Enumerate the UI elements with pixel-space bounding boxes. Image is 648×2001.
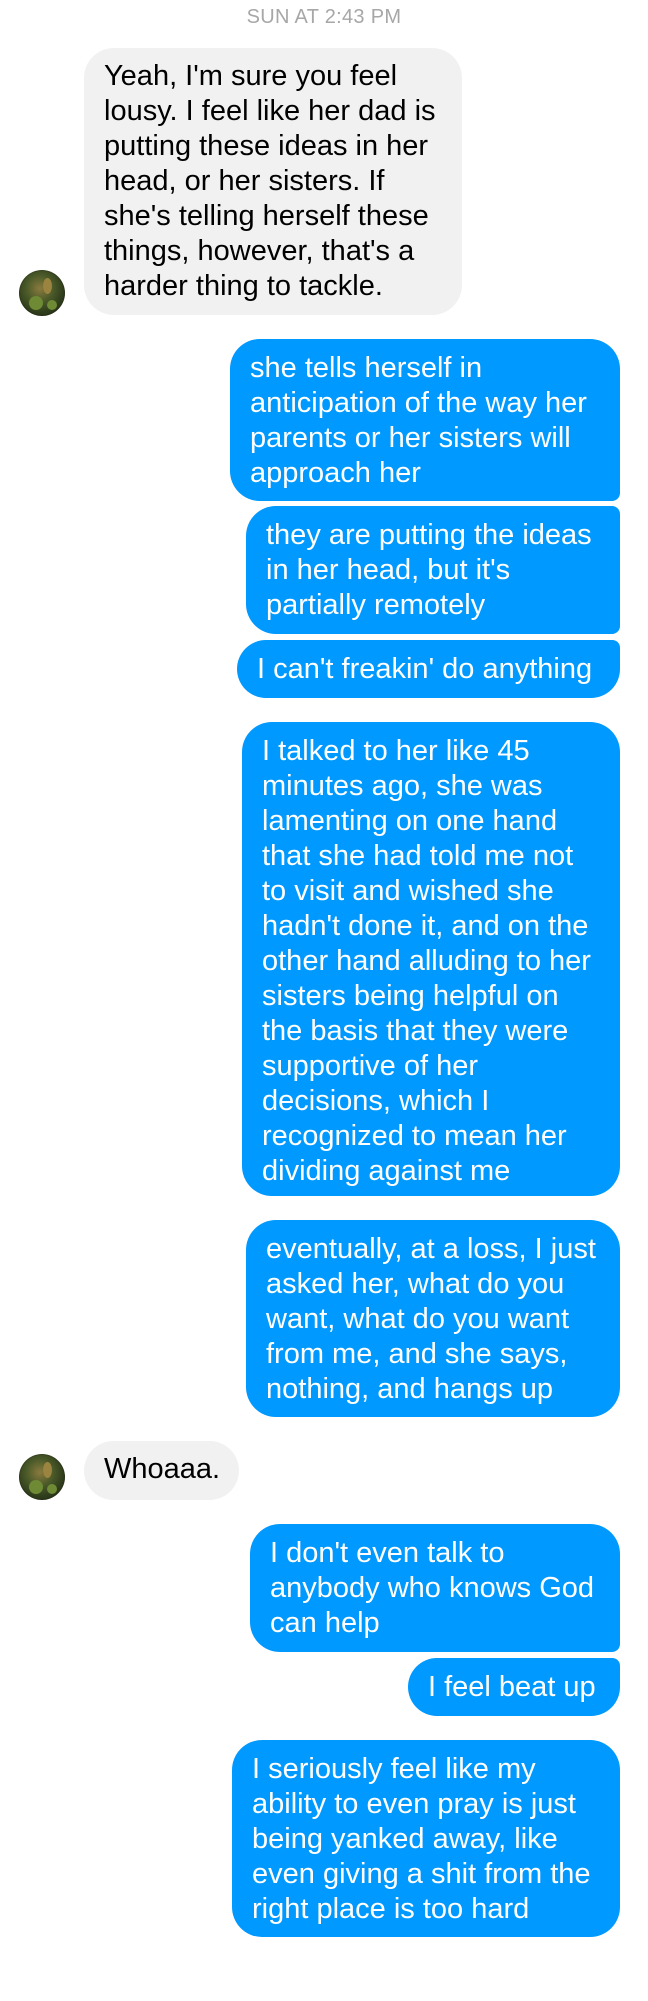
incoming-message[interactable]: Yeah, I'm sure you feel lousy. I feel li… xyxy=(84,48,462,315)
outgoing-message[interactable]: I can't freakin' do anything xyxy=(237,640,620,698)
outgoing-message[interactable]: I talked to her like 45 minutes ago, she… xyxy=(242,722,620,1196)
outgoing-message[interactable]: I feel beat up xyxy=(408,1658,620,1716)
contact-avatar-icon[interactable] xyxy=(19,270,65,316)
outgoing-message[interactable]: they are putting the ideas in her head, … xyxy=(246,506,620,634)
outgoing-message[interactable]: she tells herself in anticipation of the… xyxy=(230,339,620,501)
conversation-timestamp: SUN AT 2:43 PM xyxy=(246,6,402,28)
contact-avatar-icon[interactable] xyxy=(19,1454,65,1500)
incoming-message[interactable]: Whoaaa. xyxy=(84,1441,239,1500)
outgoing-message[interactable]: I seriously feel like my ability to even… xyxy=(232,1740,620,1937)
outgoing-message[interactable]: I don't even talk to anybody who knows G… xyxy=(250,1524,620,1652)
outgoing-message[interactable]: eventually, at a loss, I just asked her,… xyxy=(246,1220,620,1417)
